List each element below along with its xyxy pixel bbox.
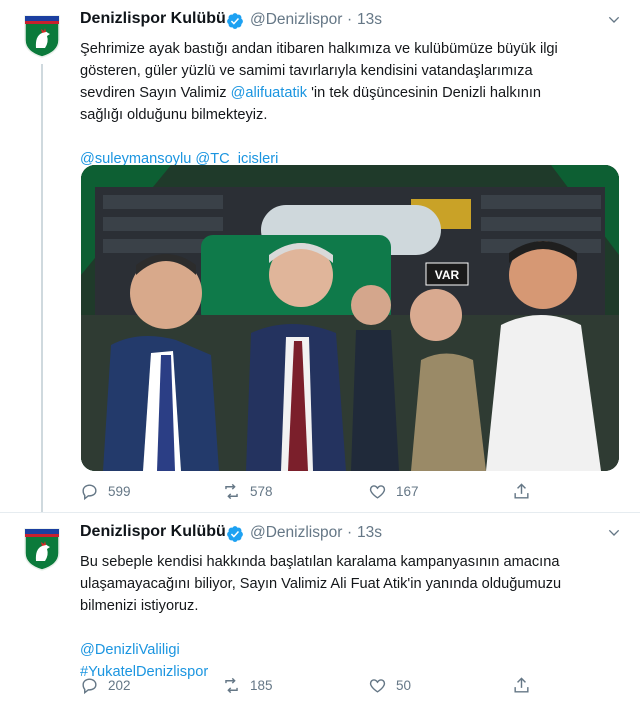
tweet-text-line: bilmenizi istiyoruz. [80, 595, 610, 617]
separator-dot: · [347, 524, 353, 541]
tweet-text: Şehrimize ayak bastığı andan itibaren ha… [80, 38, 610, 170]
tweet-text-line [80, 617, 610, 639]
share-button[interactable] [512, 482, 540, 501]
tweet-timestamp[interactable]: 13s [357, 11, 382, 29]
retweet-button[interactable]: 578 [222, 482, 273, 501]
separator-dot: · [347, 11, 353, 28]
retweet-count: 578 [250, 484, 273, 499]
tweet-text-line: Şehrimize ayak bastığı andan itibaren ha… [80, 38, 610, 60]
like-icon [369, 679, 386, 693]
photo-illustration: VAR [81, 165, 619, 471]
like-icon [369, 485, 386, 499]
text-segment: gösteren, güler yüzlü ve samimi tavırlar… [80, 63, 533, 79]
display-name[interactable]: Denizlispor Kulübü [80, 10, 226, 28]
text-segment: sevdiren Sayın Valimiz [80, 85, 231, 101]
chevron-down-icon[interactable] [606, 525, 622, 541]
user-handle[interactable]: @Denizlispor [250, 11, 342, 29]
share-icon [514, 483, 529, 499]
tweet-actions: 599 578 167 [80, 482, 620, 508]
like-count: 167 [396, 484, 419, 499]
text-segment: bilmenizi istiyoruz. [80, 598, 199, 614]
tweet-text-line: sevdiren Sayın Valimiz @alifuatatik 'in … [80, 82, 610, 104]
like-button[interactable]: 50 [368, 676, 411, 695]
tweet-text-line: @DenizliValiligi [80, 639, 610, 661]
tweet-text-line [80, 126, 610, 148]
share-button[interactable] [512, 676, 540, 695]
tweet-photo[interactable]: VAR [81, 165, 619, 471]
tweet-actions: 202 185 50 [80, 676, 620, 702]
tweet-text: Bu sebeple kendisi hakkında başlatılan k… [80, 551, 610, 683]
retweet-icon [225, 677, 238, 694]
tweet-timestamp[interactable]: 13s [357, 524, 382, 542]
retweet-button[interactable]: 185 [222, 676, 273, 695]
tweet-text-line: sağlığı olduğunu bilmekteyiz. [80, 104, 610, 126]
share-icon [514, 677, 529, 693]
chevron-down-icon[interactable] [606, 12, 622, 28]
reply-icon [82, 484, 97, 501]
tweet-text-line: Bu sebeple kendisi hakkında başlatılan k… [80, 551, 610, 573]
text-segment: 'in tek düşüncesinin Denizli halkının [307, 85, 542, 101]
verified-badge-icon [227, 13, 243, 29]
tweet-text-line: ulaşamayacağını biliyor, Sayın Valimiz A… [80, 573, 610, 595]
thread-connector-line [41, 64, 43, 512]
mention-link[interactable]: @DenizliValiligi [80, 642, 180, 658]
reply-button[interactable]: 202 [80, 676, 131, 695]
user-handle[interactable]: @Denizlispor [250, 524, 342, 542]
like-count: 50 [396, 678, 412, 693]
denizlispor-logo-icon[interactable] [23, 525, 61, 571]
text-segment: Bu sebeple kendisi hakkında başlatılan k… [80, 554, 560, 570]
text-segment: ulaşamayacağını biliyor, Sayın Valimiz A… [80, 576, 562, 592]
reply-count: 202 [108, 678, 131, 693]
display-name[interactable]: Denizlispor Kulübü [80, 523, 226, 541]
like-button[interactable]: 167 [368, 482, 419, 501]
text-segment: sağlığı olduğunu bilmekteyiz. [80, 107, 268, 123]
tweet[interactable]: Denizlispor Kulübü @Denizlispor · 13s Bu… [0, 513, 640, 709]
retweet-icon [225, 483, 238, 500]
tweet[interactable]: Denizlispor Kulübü @Denizlispor · 13s Şe… [0, 0, 640, 513]
text-segment: Şehrimize ayak bastığı andan itibaren ha… [80, 41, 558, 57]
tweet-text-line: gösteren, güler yüzlü ve samimi tavırlar… [80, 60, 610, 82]
reply-count: 599 [108, 484, 131, 499]
var-sign: VAR [435, 268, 460, 282]
verified-badge-icon [227, 526, 243, 542]
reply-button[interactable]: 599 [80, 482, 131, 501]
retweet-count: 185 [250, 678, 273, 693]
mention-link[interactable]: @alifuatatik [231, 85, 307, 101]
denizlispor-logo-icon[interactable] [23, 12, 61, 58]
reply-icon [82, 678, 97, 695]
